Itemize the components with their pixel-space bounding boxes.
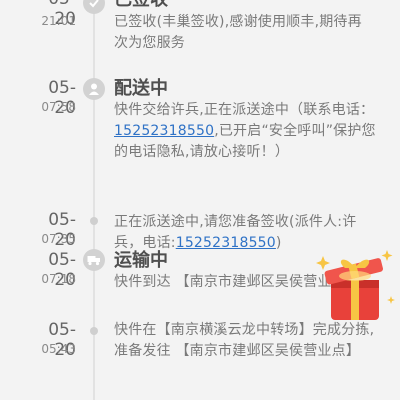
- entry-time: 05:43: [41, 342, 76, 356]
- logistics-timeline: 05-20 21:01 已签收 已签收(丰巢签收),感谢使用顺丰,期待再次为您服…: [0, 0, 400, 400]
- entry-status: 运输中: [114, 250, 168, 271]
- phone-link[interactable]: 15252318550: [114, 123, 214, 139]
- entry-description: 快件交给许兵,正在派送途中（联系电话：15252318550,已开启“安全呼叫”…: [114, 100, 376, 163]
- timeline-line: [93, 0, 95, 400]
- phone-link[interactable]: 15252318550: [176, 235, 276, 251]
- gift-box-icon[interactable]: [315, 246, 397, 324]
- description-text: ): [275, 235, 282, 251]
- entry-description: 已签收(丰巢签收),感谢使用顺丰,期待再次为您服务: [114, 14, 362, 51]
- checkmark-icon: [83, 0, 105, 14]
- entry-time: 07:18: [41, 272, 76, 286]
- entry-time: 07:58: [41, 100, 76, 114]
- entry-time: 21:01: [41, 14, 76, 28]
- entry-description: 快件在【南京横溪云龙中转场】完成分拣,准备发往 【南京市建邺区吴侯营业点】: [114, 322, 375, 359]
- entry-status: 已签收: [114, 0, 168, 11]
- courier-icon: [83, 78, 105, 100]
- description-text: 快件交给许兵,正在派送途中（联系电话：: [114, 102, 375, 118]
- timeline-dot: [90, 327, 98, 335]
- timeline-dot: [90, 217, 98, 225]
- entry-status: 配送中: [114, 78, 168, 99]
- truck-icon: [83, 249, 105, 271]
- entry-time: 07:35: [41, 232, 76, 246]
